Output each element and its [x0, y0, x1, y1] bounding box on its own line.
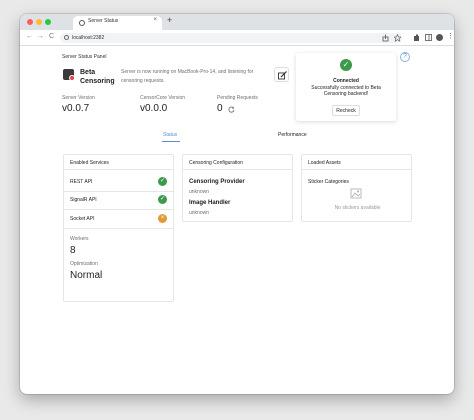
connection-message: Successfully connected to Beta Censoring…: [311, 85, 381, 97]
workers-value: 8: [70, 245, 76, 256]
reload-icon[interactable]: C: [49, 33, 54, 40]
censoring-config-card: Censoring Configuration Censoring Provid…: [182, 154, 293, 222]
tab-status[interactable]: Status: [163, 132, 177, 138]
address-toolbar: ← → C localhost:2382 ⋮: [20, 30, 454, 46]
censoring-config-title: Censoring Configuration: [189, 160, 243, 166]
profile-avatar-icon[interactable]: [436, 34, 443, 41]
tab-title: Server Status: [88, 18, 119, 24]
image-handler-value: unknown: [189, 210, 210, 216]
recheck-button[interactable]: Recheck: [332, 105, 360, 116]
server-version-label: Server Version: [62, 95, 95, 101]
browser-window: Server Status × + ← → C localhost:2382 ⋮…: [20, 14, 454, 394]
minimize-window-button[interactable]: [36, 19, 42, 25]
share-icon[interactable]: [382, 34, 389, 42]
app-logo-badge: [69, 75, 75, 81]
empty-image-icon: [350, 188, 362, 199]
edit-icon: [278, 71, 287, 80]
pending-requests-label: Pending Requests: [217, 95, 258, 101]
sticker-categories-label: Sticker Categories: [308, 179, 349, 185]
censorcore-version-value: v0.0.0: [140, 103, 168, 114]
image-handler-label: Image Handler: [189, 200, 231, 206]
divider: [64, 191, 173, 192]
forward-icon[interactable]: →: [37, 33, 44, 40]
service-label-socket: Socket API: [70, 216, 95, 222]
connected-check-icon: ✓: [340, 59, 352, 71]
url-text: localhost:2382: [72, 35, 105, 41]
address-bar[interactable]: localhost:2382: [60, 33, 402, 43]
extensions-icon[interactable]: [413, 34, 421, 42]
connection-card: ✓ Connected Successfully connected to Be…: [296, 53, 396, 121]
loaded-assets-card: Loaded Assets Sticker Categories No stic…: [301, 154, 412, 222]
censorcore-version-label: CensorCore Version: [140, 95, 186, 101]
optimization-value: Normal: [70, 270, 103, 281]
censoring-provider-label: Censoring Provider: [189, 179, 245, 185]
enabled-services-title: Enabled Services: [70, 160, 109, 166]
signalr-api-ok-icon: ✓: [158, 195, 167, 204]
rest-api-ok-icon: ✓: [158, 177, 167, 186]
active-tab-indicator: [162, 141, 180, 142]
bookmark-star-icon[interactable]: [394, 34, 401, 42]
no-stickers-text: No stickers available: [334, 205, 381, 211]
tab-server-status[interactable]: Server Status ×: [73, 16, 162, 30]
back-icon[interactable]: ←: [26, 33, 33, 40]
enabled-services-card: Enabled Services REST API ✓ SignalR API …: [63, 154, 174, 302]
optimization-label: Optimization: [70, 261, 98, 267]
loaded-assets-title: Loaded Assets: [308, 160, 341, 166]
server-version-value: v0.0.7: [62, 103, 90, 114]
tab-performance[interactable]: Performance: [278, 132, 307, 138]
globe-icon: [79, 20, 85, 26]
sidebar-icon[interactable]: [425, 34, 432, 42]
tab-close-icon[interactable]: ×: [153, 17, 157, 23]
service-label-signalr: SignalR API: [70, 197, 97, 203]
help-icon[interactable]: ?: [400, 52, 410, 62]
connection-status: Connected: [333, 78, 359, 84]
running-status-text: Server is now running on MacBook-Pro-14,…: [121, 69, 254, 84]
new-tab-button[interactable]: +: [167, 15, 172, 25]
pending-requests-value: 0: [217, 103, 223, 114]
menu-icon[interactable]: ⋮: [447, 32, 454, 41]
edit-button[interactable]: [274, 67, 289, 82]
maximize-window-button[interactable]: [45, 19, 51, 25]
site-info-icon[interactable]: [64, 35, 69, 40]
censoring-provider-value: unknown: [189, 189, 210, 195]
close-window-button[interactable]: [27, 19, 33, 25]
panel-title: Server Status Panel: [62, 54, 107, 60]
app-name: Beta Censoring: [80, 69, 115, 85]
workers-label: Workers: [70, 236, 89, 242]
socket-api-warning-icon: ×: [158, 214, 167, 223]
service-label-rest: REST API: [70, 179, 93, 185]
divider: [64, 228, 173, 229]
divider: [64, 209, 173, 210]
refresh-icon[interactable]: [228, 106, 235, 113]
tab-strip: Server Status × +: [20, 14, 454, 30]
